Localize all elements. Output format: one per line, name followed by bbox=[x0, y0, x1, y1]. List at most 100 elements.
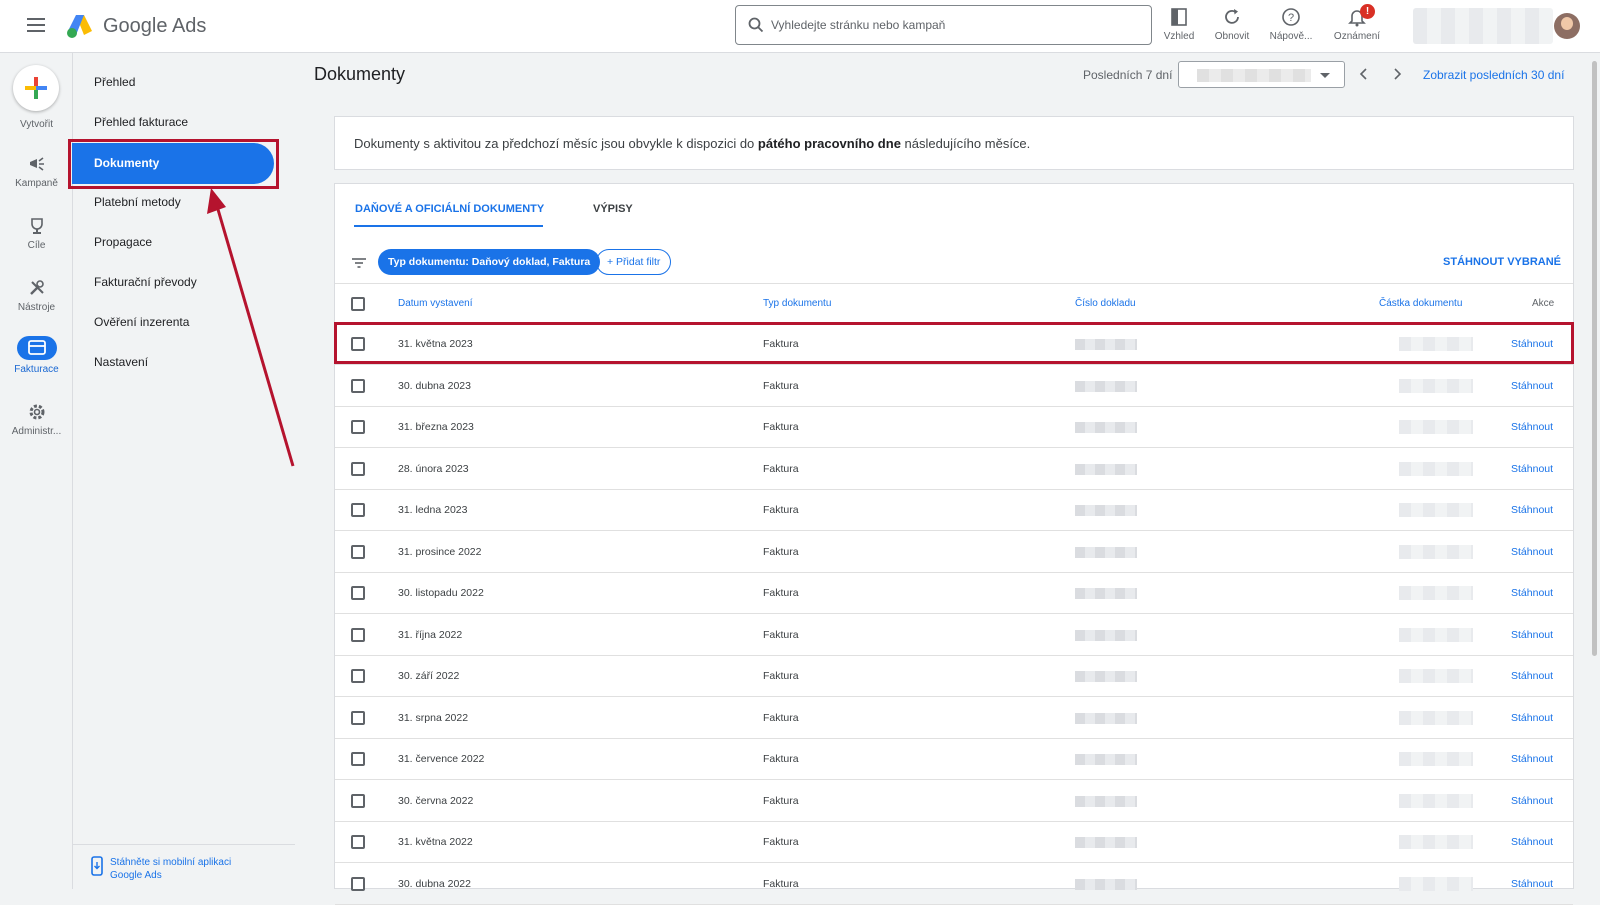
rail-item-tools[interactable]: Nástroje bbox=[0, 278, 73, 313]
search-input[interactable] bbox=[771, 15, 1141, 35]
row-checkbox[interactable] bbox=[351, 337, 365, 351]
cell-date: 30. června 2022 bbox=[398, 794, 474, 807]
refresh-button[interactable]: Obnovit bbox=[1201, 4, 1263, 48]
select-all-checkbox[interactable] bbox=[351, 297, 365, 311]
cell-amount-blurred bbox=[1399, 793, 1473, 808]
tab-tax-documents[interactable]: DAŇOVÉ A OFICIÁLNÍ DOKUMENTY bbox=[355, 203, 544, 215]
cell-date: 31. května 2023 bbox=[398, 338, 473, 350]
cell-type: Faktura bbox=[763, 753, 799, 765]
subnav-item-advertiser-verification[interactable]: Ověření inzerenta bbox=[94, 315, 189, 335]
info-notice: Dokumenty s aktivitou za předchozí měsíc… bbox=[334, 116, 1574, 170]
date-range-value-blurred bbox=[1197, 69, 1311, 82]
download-link[interactable]: Stáhnout bbox=[1511, 878, 1553, 890]
row-checkbox[interactable] bbox=[351, 378, 365, 393]
cell-date: 31. prosince 2022 bbox=[398, 545, 482, 558]
table-row: 30. listopadu 2022 Faktura Stáhnout bbox=[335, 573, 1573, 614]
column-header-number[interactable]: Číslo dokladu bbox=[1075, 298, 1136, 309]
scrollbar[interactable] bbox=[1590, 53, 1600, 889]
download-link[interactable]: Stáhnout bbox=[1511, 836, 1553, 848]
filter-icon[interactable] bbox=[351, 257, 367, 269]
notifications-button[interactable]: ! Oznámení bbox=[1326, 4, 1388, 48]
help-button[interactable]: ? Nápově... bbox=[1260, 4, 1322, 48]
row-checkbox[interactable] bbox=[351, 420, 365, 434]
filter-chip-document-type[interactable]: Typ dokumentu: Daňový doklad, Faktura bbox=[378, 249, 601, 275]
download-link[interactable]: Stáhnout bbox=[1511, 463, 1553, 475]
cell-type: Faktura bbox=[763, 338, 799, 350]
download-link[interactable]: Stáhnout bbox=[1511, 753, 1553, 765]
cell-amount-blurred bbox=[1399, 752, 1473, 766]
row-checkbox[interactable] bbox=[351, 461, 365, 476]
table-row: 31. července 2022 Faktura Stáhnout bbox=[335, 739, 1573, 780]
subnav-item-payment-methods[interactable]: Platební metody bbox=[94, 195, 181, 215]
mobile-app-link[interactable]: Stáhněte si mobilní aplikaci Google Ads bbox=[90, 856, 231, 881]
row-checkbox[interactable] bbox=[351, 710, 365, 725]
download-link[interactable]: Stáhnout bbox=[1511, 338, 1553, 350]
divider bbox=[73, 844, 295, 845]
download-link[interactable]: Stáhnout bbox=[1511, 421, 1553, 433]
cell-type: Faktura bbox=[763, 587, 799, 599]
download-link[interactable]: Stáhnout bbox=[1511, 587, 1553, 599]
download-link[interactable]: Stáhnout bbox=[1511, 795, 1553, 807]
cell-number-blurred bbox=[1075, 629, 1137, 641]
download-selected-button[interactable]: STÁHNOUT VYBRANÉ bbox=[1443, 256, 1561, 268]
search-box[interactable] bbox=[735, 5, 1152, 45]
cell-amount-blurred bbox=[1399, 586, 1473, 600]
download-link[interactable]: Stáhnout bbox=[1511, 546, 1553, 558]
row-checkbox[interactable] bbox=[351, 793, 365, 808]
download-link[interactable]: Stáhnout bbox=[1511, 504, 1553, 516]
rail-item-admin[interactable]: Administr... bbox=[0, 402, 73, 437]
subnav-item-overview[interactable]: Přehled bbox=[94, 75, 135, 95]
tab-statements[interactable]: VÝPISY bbox=[593, 203, 633, 215]
appearance-icon bbox=[1171, 8, 1187, 26]
download-link[interactable]: Stáhnout bbox=[1511, 712, 1553, 724]
show-last-30-days-link[interactable]: Zobrazit posledních 30 dní bbox=[1423, 68, 1564, 82]
column-header-date[interactable]: Datum vystavení bbox=[398, 298, 472, 309]
create-button[interactable] bbox=[13, 65, 59, 111]
row-checkbox[interactable] bbox=[351, 752, 365, 766]
row-checkbox[interactable] bbox=[351, 544, 365, 559]
column-header-amount[interactable]: Částka dokumentu bbox=[1379, 298, 1462, 309]
menu-icon[interactable] bbox=[27, 18, 45, 32]
scrollbar-thumb[interactable] bbox=[1592, 61, 1597, 656]
subnav-item-documents[interactable]: Dokumenty bbox=[72, 143, 274, 184]
download-link[interactable]: Stáhnout bbox=[1511, 629, 1553, 641]
cell-date: 31. října 2022 bbox=[398, 628, 463, 641]
download-link[interactable]: Stáhnout bbox=[1511, 670, 1553, 682]
row-checkbox[interactable] bbox=[351, 586, 365, 600]
row-checkbox[interactable] bbox=[351, 876, 365, 891]
account-info-blurred[interactable] bbox=[1413, 8, 1553, 44]
cell-amount-blurred bbox=[1399, 503, 1473, 517]
row-checkbox[interactable] bbox=[351, 627, 365, 642]
subnav-item-promotions[interactable]: Propagace bbox=[94, 235, 152, 255]
cell-amount-blurred bbox=[1399, 669, 1473, 683]
avatar[interactable] bbox=[1554, 13, 1580, 39]
cell-number-blurred bbox=[1075, 422, 1137, 433]
chevron-right-icon[interactable] bbox=[1389, 66, 1405, 82]
megaphone-icon bbox=[29, 157, 44, 171]
rail-item-goals[interactable]: Cíle bbox=[0, 216, 73, 251]
rail-item-create[interactable]: Vytvořit bbox=[0, 115, 73, 130]
row-checkbox[interactable] bbox=[351, 835, 365, 849]
cell-type: Faktura bbox=[763, 877, 799, 890]
cell-number-blurred bbox=[1075, 878, 1137, 890]
notice-text: Dokumenty s aktivitou za předchozí měsíc… bbox=[354, 136, 1031, 151]
subnav-item-billing-summary[interactable]: Přehled fakturace bbox=[94, 115, 188, 135]
help-icon: ? bbox=[1282, 8, 1300, 26]
rail-item-campaigns[interactable]: Kampaně bbox=[0, 154, 73, 189]
plus-icon bbox=[25, 77, 47, 99]
column-header-type[interactable]: Typ dokumentu bbox=[763, 298, 831, 309]
row-checkbox[interactable] bbox=[351, 503, 365, 517]
row-checkbox[interactable] bbox=[351, 669, 365, 683]
cell-amount-blurred bbox=[1399, 627, 1473, 642]
rail-item-billing[interactable]: Fakturace bbox=[0, 336, 73, 375]
subnav-item-billing-transfers[interactable]: Fakturační převody bbox=[94, 275, 197, 295]
download-link[interactable]: Stáhnout bbox=[1511, 380, 1553, 392]
chevron-left-icon[interactable] bbox=[1356, 66, 1372, 82]
cell-number-blurred bbox=[1075, 712, 1137, 724]
date-range-select[interactable] bbox=[1178, 61, 1345, 88]
subnav-item-settings[interactable]: Nastavení bbox=[94, 355, 148, 375]
cell-number-blurred bbox=[1075, 671, 1137, 682]
refresh-icon bbox=[1225, 9, 1239, 24]
cell-number-blurred bbox=[1075, 837, 1137, 848]
add-filter-button[interactable]: + Přidat filtr bbox=[596, 249, 672, 275]
